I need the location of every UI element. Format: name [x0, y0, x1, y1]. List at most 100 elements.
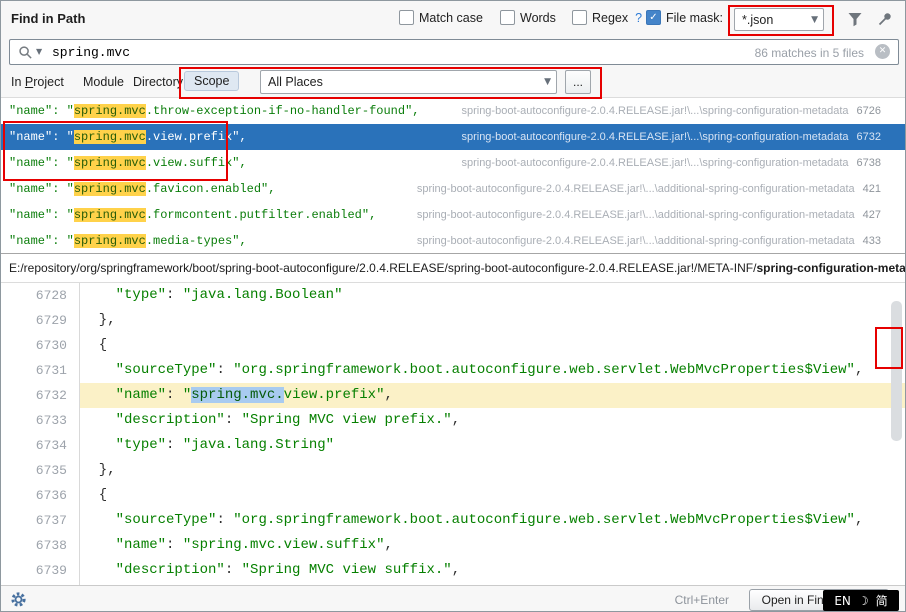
result-file-path: spring-boot-autoconfigure-2.0.4.RELEASE.… — [461, 105, 848, 117]
code-segment: "sourceType" — [116, 362, 217, 378]
scope-option-text: In — [11, 75, 25, 89]
code-segment: "java.lang.String" — [183, 437, 334, 453]
result-row[interactable]: "name": "spring.mvc.view.suffix",spring-… — [1, 150, 905, 176]
code-line[interactable]: "name": "spring.mvc.view.suffix", — [80, 533, 905, 558]
browse-scopes-button[interactable]: ... — [565, 70, 591, 94]
result-row[interactable]: "name": "spring.mvc.throw-exception-if-n… — [1, 98, 905, 124]
code-segment — [82, 562, 116, 578]
line-number: 6733 — [1, 408, 79, 433]
code-segment: "description" — [116, 412, 225, 428]
checkmark-icon: ✓ — [646, 10, 661, 25]
result-snippet: "name": "spring.mvc.view.prefix", — [9, 130, 247, 144]
file-mask-checkbox[interactable]: ✓ File mask: — [646, 10, 723, 25]
result-line-number: 6738 — [857, 157, 881, 169]
code-segment: "name" — [116, 387, 166, 403]
dialog-footer: Ctrl+Enter Open in Find Window EN ☽ 简 — [1, 585, 905, 612]
line-number: 6728 — [1, 283, 79, 308]
code-line[interactable]: }, — [80, 458, 905, 483]
search-input[interactable]: ▼ spring.mvc 86 matches in 5 files ✕ — [9, 39, 899, 65]
code-line[interactable]: "type": "java.lang.Boolean" — [80, 283, 905, 308]
code-segment: , — [384, 537, 392, 553]
code-segment: , — [452, 412, 460, 428]
code-segment: : — [166, 537, 183, 553]
shortcut-hint: Ctrl+Enter — [675, 593, 729, 607]
result-line-number: 433 — [863, 235, 881, 247]
words-checkbox[interactable]: ✓ Words — [500, 10, 556, 25]
result-file-path: spring-boot-autoconfigure-2.0.4.RELEASE.… — [417, 235, 855, 247]
pin-icon[interactable] — [877, 11, 893, 32]
preview-editor[interactable]: 6728672967306731673267336734673567366737… — [1, 283, 905, 585]
code-line[interactable]: { — [80, 333, 905, 358]
code-segment: : — [216, 512, 233, 528]
code-segment: "type" — [116, 287, 166, 303]
checkbox-box-icon: ✓ — [500, 10, 515, 25]
line-number: 6738 — [1, 533, 79, 558]
dialog-titlebar: Find in Path ✓ Match case ✓ Words ✓ Rege… — [1, 1, 905, 37]
result-row[interactable]: "name": "spring.mvc.media-types",spring-… — [1, 228, 905, 254]
scope-option-text: roject — [33, 75, 64, 89]
code-line[interactable]: "description": "Spring MVC view suffix."… — [80, 558, 905, 583]
code-line[interactable]: "sourceType": "org.springframework.boot.… — [80, 508, 905, 533]
code-segment: , — [855, 362, 863, 378]
result-file-path: spring-boot-autoconfigure-2.0.4.RELEASE.… — [461, 131, 848, 143]
result-row[interactable]: "name": "spring.mvc.formcontent.putfilte… — [1, 202, 905, 228]
result-row[interactable]: "name": "spring.mvc.view.prefix", spring-… — [1, 124, 905, 150]
regex-help-link[interactable]: ? — [635, 11, 642, 25]
match-case-label: Match case — [419, 11, 483, 25]
code-line[interactable]: { — [80, 483, 905, 508]
code-line[interactable]: "description": "Spring MVC view prefix."… — [80, 408, 905, 433]
editor-gutter: 6728672967306731673267336734673567366737… — [1, 283, 80, 585]
file-mask-combo[interactable]: *.json ▼ — [734, 8, 824, 31]
code-segment: : — [166, 387, 183, 403]
scope-combo[interactable]: All Places ▼ — [260, 70, 557, 94]
scope-combo-value: All Places — [268, 75, 323, 89]
result-row[interactable]: "name": "spring.mvc.favicon.enabled", spr… — [1, 176, 905, 202]
scope-option-directory[interactable]: Directory — [133, 75, 183, 89]
code-segment: { — [82, 337, 107, 353]
result-file-path: spring-boot-autoconfigure-2.0.4.RELEASE.… — [417, 183, 855, 195]
scope-bar: In Project Module Directory Scope All Pl… — [1, 65, 905, 97]
scope-option-module[interactable]: Module — [83, 75, 124, 89]
code-segment: "org.springframework.boot.autoconfigure.… — [233, 362, 855, 378]
scope-option-mnemonic: P — [25, 75, 33, 89]
code-line[interactable]: "sourceType": "org.springframework.boot.… — [80, 358, 905, 383]
code-segment: "spring.mvc.view.suffix" — [183, 537, 385, 553]
code-segment: "sourceType" — [116, 512, 217, 528]
result-snippet: "name": "spring.mvc.favicon.enabled", — [9, 182, 275, 196]
code-line[interactable]: }, — [80, 308, 905, 333]
result-file-path: spring-boot-autoconfigure-2.0.4.RELEASE.… — [417, 209, 855, 221]
code-segment: }, — [82, 312, 116, 328]
code-segment: { — [82, 487, 107, 503]
gear-icon[interactable] — [10, 591, 27, 612]
snippet-prefix: "name": " — [9, 208, 74, 222]
code-segment — [82, 437, 116, 453]
clear-search-icon[interactable]: ✕ — [875, 44, 890, 59]
checkbox-box-icon: ✓ — [399, 10, 414, 25]
search-history-chevron-icon[interactable]: ▼ — [36, 47, 42, 56]
regex-checkbox[interactable]: ✓ Regex ? — [572, 10, 642, 25]
find-in-path-dialog: Find in Path ✓ Match case ✓ Words ✓ Rege… — [0, 0, 906, 612]
snippet-suffix: .formcontent.putfilter.enabled", — [146, 208, 376, 222]
match-highlight: spring.mvc — [74, 156, 146, 170]
code-segment: , — [452, 562, 460, 578]
code-line[interactable]: "name": "spring.mvc.view.prefix", — [80, 383, 905, 408]
snippet-suffix: .media-types", — [146, 234, 247, 248]
code-segment: : — [166, 437, 183, 453]
editor-scrollbar[interactable] — [891, 301, 902, 441]
regex-label: Regex — [592, 11, 628, 25]
code-segment: : — [216, 362, 233, 378]
filter-icon[interactable] — [847, 11, 863, 32]
code-segment — [82, 412, 116, 428]
code-segment: "org.springframework.boot.autoconfigure.… — [233, 512, 855, 528]
code-line[interactable]: "type": "java.lang.String" — [80, 433, 905, 458]
editor-lines: "type": "java.lang.Boolean" }, { "source… — [80, 283, 905, 583]
snippet-prefix: "name": " — [9, 234, 74, 248]
code-segment: : — [225, 412, 242, 428]
match-case-checkbox[interactable]: ✓ Match case — [399, 10, 483, 25]
scope-option-scope-selected[interactable]: Scope — [184, 71, 239, 91]
code-segment: "name" — [116, 537, 166, 553]
scope-option-in-project[interactable]: In Project — [11, 75, 64, 89]
result-line-number: 6732 — [857, 131, 881, 143]
result-line-number: 421 — [863, 183, 881, 195]
match-highlight: spring.mvc — [74, 104, 146, 118]
